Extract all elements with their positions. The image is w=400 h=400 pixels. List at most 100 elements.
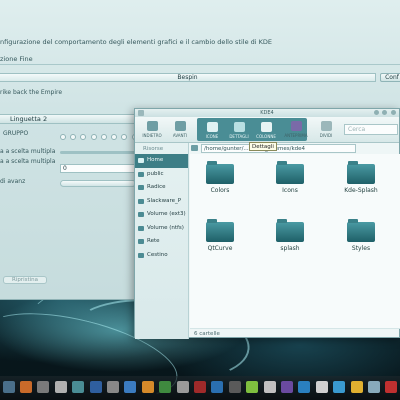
sidebar-item-label: Volume (ext3)	[147, 211, 186, 217]
details-view-icon	[233, 122, 245, 132]
radio-button[interactable]	[111, 134, 118, 140]
minimize-icon[interactable]	[373, 110, 379, 115]
radio-button[interactable]	[121, 134, 128, 140]
mail-icon[interactable]	[89, 381, 102, 393]
preview-icon	[290, 121, 302, 131]
status-bar: 6 cartelle	[190, 328, 400, 338]
columns-view-button[interactable]: COLONNE	[253, 120, 279, 142]
folder-item-qtcurve[interactable]: QtCurve	[200, 219, 240, 252]
network-icon[interactable]	[124, 381, 137, 393]
search-icon[interactable]	[367, 381, 380, 393]
radio-button[interactable]	[100, 134, 107, 140]
folder-icon[interactable]	[72, 381, 85, 393]
icons-view-button[interactable]: ICONE	[199, 120, 225, 142]
arrow-icon[interactable]	[107, 381, 120, 393]
sidebar-item-label: Slackware_P	[147, 197, 182, 204]
sidebar-item-radice[interactable]: Radice	[135, 181, 188, 195]
sidebar-item-rete[interactable]: Rete	[135, 235, 188, 249]
home-icon	[138, 158, 144, 163]
kde-icon[interactable]	[298, 381, 311, 393]
folder-icon	[138, 198, 144, 204]
globe-icon[interactable]	[333, 381, 346, 393]
star-icon[interactable]	[350, 381, 363, 393]
folder-icon	[138, 185, 144, 190]
settings-icon[interactable]	[176, 381, 189, 393]
forward-button[interactable]: AVANTI	[167, 119, 193, 141]
camera-icon[interactable]	[54, 381, 67, 393]
sidebar-item-label: Cestino	[147, 251, 168, 258]
style-combo[interactable]: Bespin	[0, 73, 376, 82]
folder-item-styles[interactable]: Styles	[341, 219, 381, 252]
columns-view-label: COLONNE	[256, 134, 276, 139]
radio-button[interactable]	[60, 134, 66, 140]
back-button[interactable]: INDIETRO	[139, 119, 165, 141]
maximize-icon[interactable]	[382, 110, 388, 115]
sidebar-item-cestino[interactable]: Cestino	[135, 249, 188, 263]
radio-button[interactable]	[70, 134, 77, 140]
sidebar-item-volume-ext3[interactable]: Volume (ext3)	[135, 208, 188, 222]
audio-icon[interactable]	[228, 381, 241, 393]
window-titlebar[interactable]: KDE4	[135, 109, 399, 117]
gecko-icon[interactable]	[141, 381, 154, 393]
tooltip: Dettagli	[249, 142, 277, 151]
folder-label: QtCurve	[207, 245, 233, 252]
folder-item-splash[interactable]: splash	[270, 219, 310, 252]
folder-item-colors[interactable]: Colors	[200, 161, 240, 194]
sidebar-item-volume-ntfs[interactable]: Volume (ntfs)	[135, 222, 188, 236]
slider[interactable]	[60, 151, 136, 154]
taskbar	[0, 376, 400, 400]
sidebar-item-home[interactable]: Home	[135, 154, 188, 168]
chart-icon[interactable]	[263, 381, 276, 393]
spin-box[interactable]: 0	[60, 164, 136, 173]
split-label: DIVIDI	[319, 133, 333, 138]
multi-choice-label: a a scelta multipla	[0, 148, 56, 155]
details-view-button[interactable]: DETTAGLI	[226, 120, 252, 142]
editor-icon[interactable]	[211, 381, 224, 393]
configure-button[interactable]: Conf	[380, 73, 400, 82]
arrow-left-icon	[146, 121, 158, 131]
sidebar-item-public[interactable]: public	[135, 168, 188, 182]
sidebar-item-label: Rete	[147, 238, 160, 244]
power-icon[interactable]	[385, 381, 398, 393]
folder-icon	[276, 161, 304, 184]
window-title: KDE4	[260, 110, 274, 116]
divider	[0, 64, 400, 65]
columns-view-icon	[260, 122, 272, 132]
terminal-icon[interactable]	[2, 381, 15, 393]
sidebar-item-slackware[interactable]: Slackware_P	[135, 195, 188, 209]
location-bar: /home/gunter/...skdop_Themes/kde4	[191, 144, 396, 153]
path-input[interactable]: /home/gunter/...skdop_Themes/kde4	[201, 144, 356, 153]
preview-button[interactable]: ANTEPRIMA	[283, 119, 309, 141]
calendar-icon[interactable]	[315, 381, 328, 393]
folder-icon	[347, 161, 375, 184]
preview-text: rike back the Empire	[0, 89, 63, 96]
multi-choice-label: a a scelta multipla	[0, 158, 56, 165]
folder-icon	[206, 161, 234, 184]
preview-label: ANTEPRIMA	[284, 133, 308, 138]
drive-icon	[138, 212, 144, 217]
sidebar-item-label: Home	[147, 157, 164, 163]
window-menu-icon[interactable]	[138, 110, 144, 116]
split-button[interactable]: DIVIDI	[313, 119, 339, 141]
folder-label: splash	[280, 245, 300, 252]
arrow-right-icon	[174, 121, 186, 131]
search-input[interactable]: Cerca	[344, 124, 398, 135]
radio-button[interactable]	[90, 134, 97, 140]
media-icon[interactable]	[37, 381, 50, 393]
wine-icon[interactable]	[194, 381, 206, 393]
trash-icon	[138, 252, 144, 258]
progress-bar	[60, 180, 136, 187]
photo-icon[interactable]	[280, 381, 293, 393]
close-icon[interactable]	[391, 110, 396, 115]
reset-button[interactable]: Ripristina	[3, 276, 47, 284]
folder-icon	[138, 171, 144, 177]
dragon-icon[interactable]	[159, 381, 172, 393]
settings-description: nfigurazione del comportamento degli ele…	[0, 38, 273, 46]
folder-item-icons[interactable]: Icons	[270, 161, 310, 194]
folder-icon	[191, 145, 198, 151]
progress-label: di avanz	[0, 178, 26, 185]
torrent-icon[interactable]	[246, 381, 259, 393]
folder-item-kde-splash[interactable]: Kde-Splash	[338, 161, 384, 194]
browser-icon[interactable]	[20, 381, 33, 393]
radio-button[interactable]	[80, 134, 87, 140]
